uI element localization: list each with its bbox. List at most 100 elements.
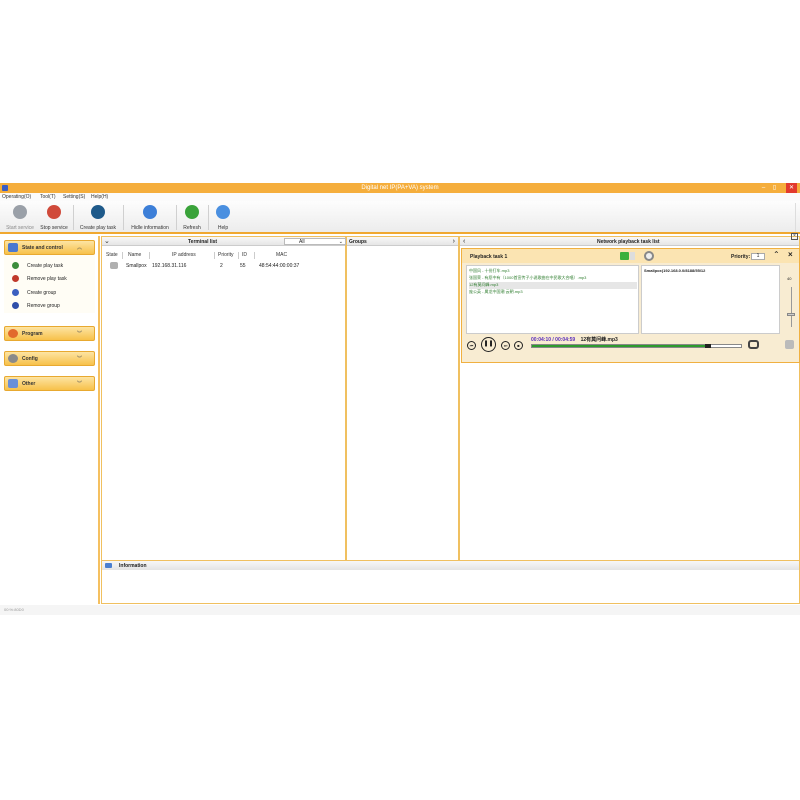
current-file: 12有莫问峰.mp3: [580, 337, 618, 343]
volume-slider-track[interactable]: [791, 287, 792, 327]
minimize-button[interactable]: –: [758, 183, 769, 193]
maximize-button[interactable]: ▯: [769, 183, 780, 193]
create-group-icon: [12, 289, 19, 296]
column-divider: [214, 252, 215, 259]
time-readout: 00:04:10 / 00:04:59: [531, 337, 576, 343]
help-button[interactable]: Help: [212, 203, 234, 232]
column-divider: [254, 252, 255, 259]
remove-group-icon: [12, 302, 19, 309]
cell-id: 55: [240, 263, 246, 269]
create-play-task-icon: [12, 262, 19, 269]
menu-tool[interactable]: Tool(T): [40, 194, 56, 200]
repeat-icon[interactable]: [748, 340, 759, 349]
config-gear-icon: [8, 354, 18, 363]
start-service-button[interactable]: Start service: [3, 203, 37, 232]
information-panel: Information: [101, 560, 800, 604]
song-list: 中国风 - 十份打车.mp3 张国荣 - 有愿中有（1000首宣传子小说歌曲在中…: [466, 265, 639, 334]
cell-mac: 48:54:44:00:00:37: [259, 263, 300, 269]
column-priority[interactable]: Priority: [218, 252, 234, 258]
sidebar: State and control ︽ Create play task Rem…: [0, 236, 100, 604]
progress-fill: [532, 345, 708, 347]
section-state-and-control[interactable]: State and control ︽: [4, 240, 95, 255]
help-book-icon: [216, 205, 230, 219]
speaker-volume-icon[interactable]: [785, 340, 794, 349]
refresh-button[interactable]: Refresh: [180, 203, 204, 232]
list-item[interactable]: 中国风 - 十份打车.mp3: [469, 268, 637, 275]
section-other[interactable]: Other ︾: [4, 376, 95, 391]
panel-close-button[interactable]: ×: [791, 233, 798, 240]
column-divider: [149, 252, 150, 259]
state-control-icon: [8, 243, 18, 252]
close-task-icon[interactable]: ×: [788, 251, 793, 259]
status-text: 00:%:80D0: [4, 607, 24, 612]
column-divider: [238, 252, 239, 259]
hide-information-button[interactable]: Hidle information: [127, 203, 173, 232]
priority-input[interactable]: 1: [751, 253, 765, 260]
create-play-task-button[interactable]: Create play task: [77, 203, 119, 232]
dropdown-arrow-icon[interactable]: [630, 252, 635, 260]
column-name[interactable]: Name: [128, 252, 141, 258]
pause-button[interactable]: ❚❚: [481, 337, 496, 352]
column-state[interactable]: State: [106, 252, 118, 258]
start-service-icon: [13, 205, 27, 219]
other-icon: [8, 379, 18, 388]
information-icon: [105, 563, 112, 568]
toolbar-separator: [176, 205, 177, 230]
state-control-items: Create play task Remove play task Create…: [4, 255, 95, 313]
column-ip-address[interactable]: IP address: [172, 252, 196, 258]
dropdown-arrow-icon: ⌄: [338, 239, 343, 245]
chevron-left-icon[interactable]: ‹: [463, 238, 465, 245]
chevron-down-icon: ︾: [76, 331, 82, 337]
cell-name: Smallpox: [126, 263, 147, 269]
next-track-button[interactable]: ⏭: [501, 341, 510, 350]
volume-slider-thumb[interactable]: [787, 313, 795, 316]
remove-play-task-icon: [12, 275, 19, 282]
save-icon[interactable]: [620, 252, 629, 260]
toolbar-scrollbar[interactable]: [795, 203, 800, 232]
menu-setting[interactable]: Setting(S): [63, 194, 85, 200]
progress-knob[interactable]: [704, 344, 711, 348]
list-item-selected[interactable]: 12有莫问峰.mp3: [469, 282, 637, 289]
stop-service-button[interactable]: Stop service: [38, 203, 70, 232]
speaker-status-icon: [110, 262, 118, 269]
collapse-up-icon[interactable]: ⌃: [773, 251, 780, 259]
cell-priority: 2: [220, 263, 223, 269]
target-terminal-list: Smallpox(192.168.0.0/8188/55/12: [641, 265, 780, 334]
groups-header: Groups ›: [347, 237, 458, 246]
table-row[interactable]: Smallpox 192.168.31.116 2 55 48:54:44:00…: [104, 261, 344, 270]
chevron-down-icon[interactable]: ⌄: [104, 238, 110, 245]
column-id[interactable]: ID: [242, 252, 247, 258]
groups-panel: Groups ›: [346, 236, 459, 604]
menu-operating[interactable]: Operating(O): [2, 194, 31, 200]
previous-track-button[interactable]: ⏮: [467, 341, 476, 350]
section-config[interactable]: Config ︾: [4, 351, 95, 366]
playback-progress-bar[interactable]: [531, 344, 742, 348]
stop-button[interactable]: ■: [514, 341, 523, 350]
close-button[interactable]: ✕: [786, 183, 797, 193]
play-task-icon: [91, 205, 105, 219]
terminal-list-header: ⌄ Terminal list All ⌄: [102, 237, 346, 246]
schedule-clock-icon[interactable]: [644, 251, 654, 261]
status-bar: 00:%:80D0: [0, 605, 800, 615]
list-item[interactable]: 张国荣 - 有愿中有（1000首宣传子小说歌曲在中民歌大合唱）.mp3: [469, 275, 637, 282]
stop-service-icon: [47, 205, 61, 219]
volume-control: 40: [783, 265, 799, 334]
refresh-icon: [185, 205, 199, 219]
network-playback-header: ‹ Network playback task list: [460, 237, 799, 246]
title-bar: Digital net IP(PA+VA) system – ▯ ✕: [0, 183, 800, 193]
cell-ip: 192.168.31.116: [152, 263, 187, 269]
menu-help[interactable]: Help(H): [91, 194, 108, 200]
chevron-right-icon[interactable]: ›: [453, 238, 455, 245]
toolbar-separator: [123, 205, 124, 230]
terminal-filter-select[interactable]: All ⌄: [284, 238, 346, 245]
column-mac[interactable]: MAC: [276, 252, 287, 258]
information-icon: [143, 205, 157, 219]
app-window: Digital net IP(PA+VA) system – ▯ ✕ Opera…: [0, 183, 800, 615]
section-program[interactable]: Program ︾: [4, 326, 95, 341]
menu-bar: Operating(O) Tool(T) Setting(S) Help(H): [0, 193, 800, 201]
toolbar: Start service Stop service Create play t…: [0, 201, 800, 234]
list-item[interactable]: Smallpox(192.168.0.0/8188/55/12: [644, 268, 705, 273]
program-clock-icon: [8, 329, 18, 338]
list-item[interactable]: 庞公英 - 属龙中国潮 云朝.mp3: [469, 289, 637, 296]
playback-task-card: Playback task 1 Priority: 1 ⌃ × 中国风 - 十份…: [461, 248, 800, 363]
